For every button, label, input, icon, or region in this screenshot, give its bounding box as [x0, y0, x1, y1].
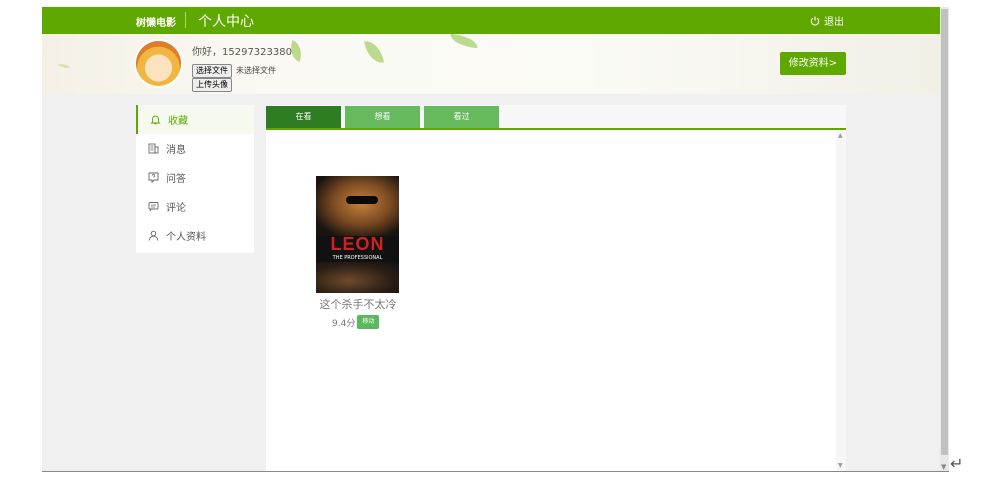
top-navbar: 树懒电影 个人中心 退出 — [42, 7, 940, 34]
movie-score: 9.4分 — [332, 318, 356, 329]
sidebar-item-label: 收藏 — [168, 116, 188, 127]
leaf-decoration — [449, 34, 479, 49]
move-button[interactable]: 移动 — [357, 315, 380, 329]
poster-subtitle: THE PROFESSIONAL — [332, 255, 383, 261]
sidebar-item-favorites[interactable]: 收藏 — [136, 105, 254, 134]
page-title: 个人中心 — [198, 14, 254, 30]
user-icon — [148, 230, 159, 241]
inner-scrollbar[interactable]: ▲ ▼ — [836, 130, 846, 471]
no-file-label: 未选择文件 — [236, 66, 276, 75]
tab-want-to-watch[interactable]: 想看 — [345, 106, 420, 128]
sidebar-item-label: 评论 — [166, 203, 186, 214]
profile-banner: 你好，15297323380 选择文件 未选择文件 上传头像 修改资料> — [42, 34, 940, 94]
upload-avatar-button[interactable]: 上传头像 — [192, 78, 232, 92]
leaf-decoration — [58, 64, 70, 68]
sidebar-item-label: 消息 — [166, 145, 186, 156]
brand-logo[interactable]: 树懒电影 — [136, 14, 176, 29]
page-scrollbar[interactable]: ▼ — [940, 7, 949, 471]
scroll-up-icon[interactable]: ▲ — [838, 132, 843, 139]
sidebar-item-label: 个人资料 — [166, 232, 206, 243]
return-arrow-icon: ↵ — [950, 454, 964, 473]
poster-title: LEON — [330, 234, 385, 254]
scroll-down-icon[interactable]: ▼ — [838, 462, 843, 469]
logout-label: 退出 — [824, 17, 844, 28]
sidebar-item-messages[interactable]: 消息 — [136, 134, 254, 163]
movie-meta: 9.4分 移动 — [332, 315, 399, 329]
poster-image — [316, 262, 399, 293]
movie-poster[interactable]: LEON THE PROFESSIONAL — [316, 176, 399, 293]
movie-card[interactable]: LEON THE PROFESSIONAL 这个杀手不太冷 9.4分 移动 — [316, 176, 399, 329]
poster-image — [316, 176, 399, 236]
power-icon — [810, 16, 820, 26]
choose-file-button[interactable]: 选择文件 — [192, 64, 232, 78]
divider — [42, 471, 949, 472]
poster-image — [346, 196, 378, 204]
avatar[interactable] — [136, 41, 181, 86]
content-panel: 在看 想看 看过 LEON THE PROFESSIONAL 这个杀手不太冷 9… — [266, 105, 846, 471]
sidebar-item-qa[interactable]: 问答 — [136, 163, 254, 192]
scroll-down-icon[interactable]: ▼ — [941, 463, 946, 471]
divider — [185, 12, 186, 28]
sidebar-item-profile[interactable]: 个人资料 — [136, 221, 254, 250]
bell-icon — [150, 115, 161, 125]
leaf-decoration — [364, 38, 384, 66]
sidebar-item-comments[interactable]: 评论 — [136, 192, 254, 221]
movie-title[interactable]: 这个杀手不太冷 — [308, 296, 408, 312]
scrollbar-thumb[interactable] — [941, 9, 948, 455]
sidebar-item-label: 问答 — [166, 174, 186, 185]
logout-button[interactable]: 退出 — [810, 13, 844, 28]
building-icon — [148, 143, 159, 154]
comment-icon — [148, 202, 159, 212]
sidebar: 收藏 消息 问答 评论 个人资料 — [136, 105, 254, 253]
question-icon — [148, 172, 159, 183]
edit-profile-button[interactable]: 修改资料> — [780, 52, 846, 75]
page-frame: 树懒电影 个人中心 退出 你好，15297323380 选择文件 未选择文件 上… — [42, 7, 940, 471]
tab-watching[interactable]: 在看 — [266, 106, 341, 128]
tab-watched[interactable]: 看过 — [424, 106, 499, 128]
greeting-text: 你好，15297323380 — [192, 47, 292, 58]
tab-bar: 在看 想看 看过 — [266, 105, 846, 130]
